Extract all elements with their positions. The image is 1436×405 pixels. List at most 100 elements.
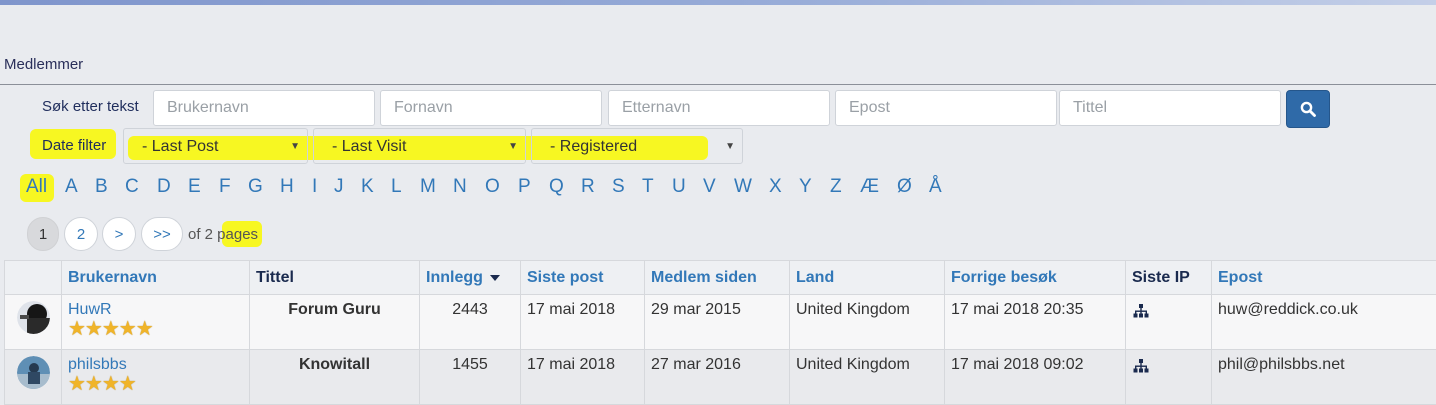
letter-filter-v[interactable]: V [703,176,716,198]
title-cell: Knowitall [250,350,420,405]
letter-filter-a[interactable]: A [65,176,78,198]
letter-filter-y[interactable]: Y [799,176,812,198]
registered-select-value: - Registered [550,138,637,156]
email-column-header[interactable]: Epost [1212,261,1436,295]
title-divider [0,84,1436,85]
last-visit-column-header[interactable]: Forrige besøk [945,261,1126,295]
rank-stars: ★★★★ [68,374,243,394]
page-title: Medlemmer [4,56,83,73]
posts-cell: 1455 [420,350,521,405]
letter-filter-s[interactable]: S [612,176,625,198]
letter-filter-t[interactable]: T [642,176,654,198]
country-cell: United Kingdom [790,295,945,350]
username-cell: HuwR ★★★★★ [62,295,250,350]
page-2-button[interactable]: 2 [64,217,98,251]
letter-filter-z[interactable]: Z [830,176,842,198]
next-page-button[interactable]: > [102,217,136,251]
last-post-select[interactable]: - Last Post ▼ [123,128,308,164]
page-count-text: of 2 pages [188,226,258,243]
last-post-select-value: - Last Post [142,138,218,156]
search-icon [1300,101,1316,117]
page-1-button[interactable]: 1 [27,217,59,251]
letter-filter-f[interactable]: F [219,176,231,198]
title-search-input[interactable] [1059,90,1281,126]
chevron-down-icon: ▼ [508,141,518,152]
last-ip-cell [1126,350,1212,405]
avatar[interactable] [17,356,50,389]
letter-filter-o[interactable]: O [485,176,500,198]
username-column-header[interactable]: Brukernavn [62,261,250,295]
member-since-cell: 27 mar 2016 [645,350,790,405]
letter-filter-j[interactable]: J [334,176,344,198]
chevron-down-icon: ▼ [290,141,300,152]
username-cell: philsbbs ★★★★ [62,350,250,405]
letter-filter-n[interactable]: N [453,176,467,198]
email-cell[interactable]: phil@philsbbs.net [1212,350,1436,405]
members-table: Brukernavn Tittel Innlegg Siste post Med… [4,260,1436,405]
letter-filter-r[interactable]: R [581,176,595,198]
country-column-header[interactable]: Land [790,261,945,295]
chevron-down-icon: ▼ [725,141,735,152]
last-post-column-header[interactable]: Siste post [521,261,645,295]
last-visit-cell: 17 mai 2018 09:02 [945,350,1126,405]
posts-cell: 2443 [420,295,521,350]
letter-filter-g[interactable]: G [248,176,263,198]
date-filter-label: Date filter [42,137,106,154]
table-header-row: Brukernavn Tittel Innlegg Siste post Med… [5,261,1436,295]
lastname-search-input[interactable] [608,90,830,126]
registered-select[interactable]: - Registered ▼ [531,128,743,164]
last-page-button[interactable]: >> [141,217,183,251]
letter-filter-b[interactable]: B [95,176,108,198]
last-post-cell: 17 mai 2018 [521,350,645,405]
search-button[interactable] [1286,90,1330,128]
letter-filter-aa[interactable]: Å [929,176,942,198]
letter-filter-i[interactable]: I [312,176,317,198]
last-ip-column-header: Siste IP [1126,261,1212,295]
top-accent-bar [0,0,1436,5]
table-row: HuwR ★★★★★ Forum Guru 2443 17 mai 2018 2… [5,295,1436,350]
email-cell[interactable]: huw@reddick.co.uk [1212,295,1436,350]
letter-filter-w[interactable]: W [734,176,752,198]
letter-filter-m[interactable]: M [420,176,436,198]
letter-filter-c[interactable]: C [125,176,139,198]
letter-filter-ae[interactable]: Æ [860,176,879,198]
title-column-header: Tittel [250,261,420,295]
posts-column-header[interactable]: Innlegg [420,261,521,295]
username-link[interactable]: philsbbs [68,356,243,374]
letter-filter-l[interactable]: L [391,176,402,198]
last-visit-cell: 17 mai 2018 20:35 [945,295,1126,350]
rank-stars: ★★★★★ [68,319,243,339]
last-ip-cell [1126,295,1212,350]
username-search-input[interactable] [153,90,375,126]
letter-filter-all[interactable]: All [26,176,47,198]
username-link[interactable]: HuwR [68,301,243,319]
letter-filter-p[interactable]: P [518,176,531,198]
letter-filter-q[interactable]: Q [549,176,564,198]
table-row: philsbbs ★★★★ Knowitall 1455 17 mai 2018… [5,350,1436,405]
letter-filter-u[interactable]: U [672,176,686,198]
member-since-cell: 29 mar 2015 [645,295,790,350]
title-cell: Forum Guru [250,295,420,350]
last-visit-select[interactable]: - Last Visit ▼ [313,128,526,164]
email-search-input[interactable] [835,90,1057,126]
letter-filter-e[interactable]: E [188,176,201,198]
avatar-column-header [5,261,62,295]
network-icon[interactable] [1133,359,1149,373]
search-label: Søk etter tekst [42,98,139,115]
avatar-cell [5,295,62,350]
letter-filter-k[interactable]: K [361,176,374,198]
letter-filter-x[interactable]: X [769,176,782,198]
avatar[interactable] [17,301,50,334]
member-since-column-header[interactable]: Medlem siden [645,261,790,295]
last-post-cell: 17 mai 2018 [521,295,645,350]
last-visit-select-value: - Last Visit [332,138,406,156]
letter-filter-d[interactable]: D [157,176,171,198]
country-cell: United Kingdom [790,350,945,405]
letter-filter-oe[interactable]: Ø [897,176,912,198]
posts-column-header-label: Innlegg [426,269,483,286]
network-icon[interactable] [1133,304,1149,318]
sort-descending-icon [490,274,500,282]
firstname-search-input[interactable] [380,90,602,126]
letter-filter-h[interactable]: H [280,176,294,198]
avatar-cell [5,350,62,405]
